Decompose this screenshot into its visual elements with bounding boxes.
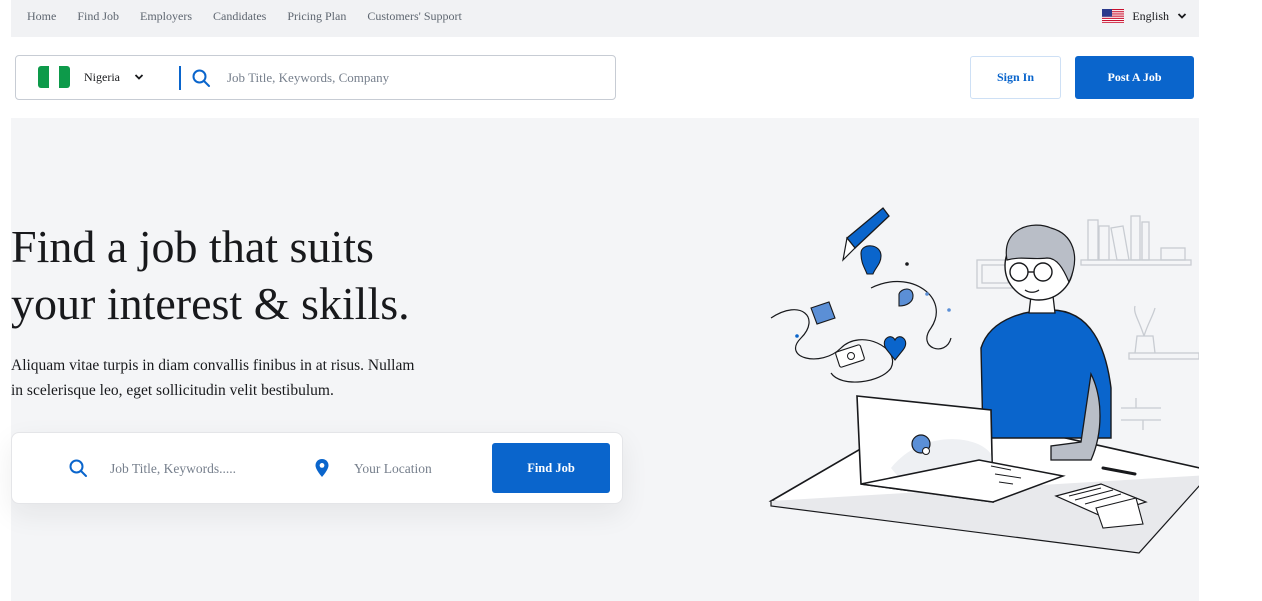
post-a-job-button[interactable]: Post A Job (1075, 56, 1194, 99)
hero-title-line-1: Find a job that suits (11, 221, 374, 272)
find-job-button[interactable]: Find Job (492, 443, 610, 493)
nav-link-customers-support[interactable]: Customers' Support (367, 9, 462, 24)
us-flag-icon (1102, 9, 1125, 23)
search-divider (179, 66, 181, 90)
hero-title-line-2: your interest & skills. (11, 278, 410, 329)
hero-illustration (768, 207, 1199, 554)
nav-link-candidates[interactable]: Candidates (213, 9, 266, 24)
hero-subtitle-line-1: Aliquam vitae turpis in diam convallis f… (11, 357, 415, 374)
search-icon (69, 459, 87, 477)
hero-subtitle-line-2: in scelerisque leo, eget sollicitudin ve… (11, 382, 334, 399)
chevron-down-icon (1177, 13, 1187, 19)
page: Home Find Job Employers Candidates Prici… (11, 0, 1199, 601)
location-input[interactable] (352, 455, 486, 483)
nigeria-flag-icon (38, 66, 70, 88)
header: Nigeria Sign In Post A Job (11, 37, 1199, 118)
location-pin-icon (315, 459, 329, 477)
nav-link-employers[interactable]: Employers (140, 9, 192, 24)
nav-link-home[interactable]: Home (27, 9, 56, 24)
hero-title: Find a job that suits your interest & sk… (11, 218, 571, 332)
hero-subtitle: Aliquam vitae turpis in diam convallis f… (11, 353, 451, 403)
hero-section: Find a job that suits your interest & sk… (11, 118, 1199, 601)
chevron-down-icon (134, 74, 144, 80)
top-nav: Home Find Job Employers Candidates Prici… (27, 0, 462, 33)
top-bar: Home Find Job Employers Candidates Prici… (11, 0, 1199, 37)
keyword-input[interactable] (108, 455, 292, 483)
language-label: English (1132, 8, 1169, 23)
country-selector[interactable]: Nigeria (38, 66, 144, 88)
country-label: Nigeria (84, 69, 120, 84)
nav-link-pricing-plan[interactable]: Pricing Plan (287, 9, 346, 24)
language-selector[interactable]: English (1102, 6, 1187, 26)
header-search-bar: Nigeria (15, 55, 616, 100)
sign-in-button[interactable]: Sign In (970, 56, 1061, 99)
header-search-input[interactable] (225, 64, 599, 92)
nav-link-find-job[interactable]: Find Job (77, 9, 119, 24)
search-icon (192, 69, 210, 87)
job-finder: Find Job (11, 432, 623, 504)
